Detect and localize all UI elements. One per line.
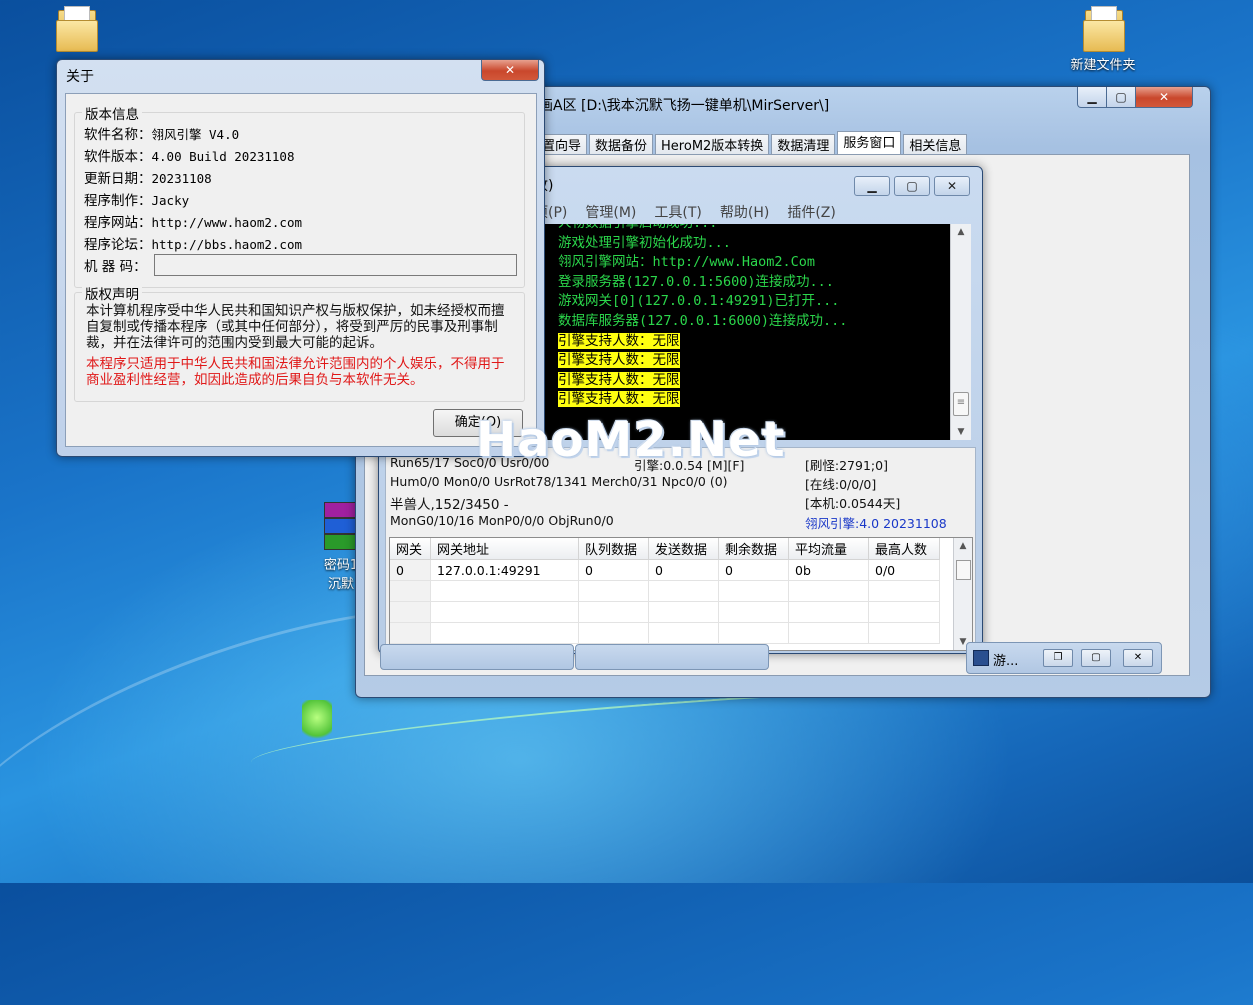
console-line-text: 翎风引擎网站：http://www.Haom2.Com — [558, 254, 816, 271]
minimized-game-window[interactable]: 游... ❐ ▢ ✕ — [966, 642, 1162, 674]
console-line-text: 引擎支持人数：无限 — [558, 332, 680, 349]
archive-icon — [324, 502, 358, 550]
stats-hum: Hum0/0 Mon0/0 UsrRot78/1341 Merch0/31 Np… — [390, 474, 728, 489]
console-line-text: 数据库服务器(127.0.0.1:6000)连接成功... — [558, 312, 848, 329]
console-line: 3引擎支持人数：无限 — [536, 332, 950, 352]
desktop-icon-label: 新建文件夹 — [1070, 58, 1136, 73]
copyright-legend: 版权声明 — [82, 283, 142, 303]
cell: 0 — [578, 559, 649, 581]
console-scrollbar[interactable]: ▲ ≡ ▼ — [950, 224, 971, 440]
scroll-up-icon[interactable]: ▲ — [951, 227, 971, 237]
close-button[interactable]: ✕ — [1123, 649, 1153, 667]
info-author: 程序制作：Jacky — [84, 193, 190, 209]
about-title: 关于 — [66, 69, 94, 85]
table-header-row: 网关 网关地址 队列数据 发送数据 剩余数据 平均流量 最高人数 — [390, 538, 940, 560]
warning-text: 本程序只适用于中华人民共和国法律允许范围内的个人娱乐，不得用于商业盈利性经营，如… — [86, 356, 505, 388]
machine-code-field[interactable] — [154, 254, 517, 276]
console-line-text: 引擎支持人数：无限 — [558, 352, 680, 369]
info-software-name: 软件名称：翎风引擎 V4.0 — [84, 127, 240, 143]
window-title: 画A区 [D:\我本沉默飞扬一键单机\MirServer\] — [539, 98, 830, 114]
cell: 0/0 — [868, 559, 940, 581]
info-software-version: 软件版本：4.00 Build 20231108 — [84, 149, 295, 165]
console-line: 3引擎支持人数：无限 — [536, 390, 950, 410]
scroll-down-icon[interactable]: ▼ — [951, 427, 971, 437]
cell: 0 — [390, 559, 431, 581]
stats-refresh: [刷怪:2791;0] — [805, 458, 888, 473]
scroll-thumb[interactable]: ≡ — [953, 392, 969, 416]
col-avg-traffic[interactable]: 平均流量 — [788, 538, 869, 560]
scroll-up-icon[interactable]: ▲ — [954, 541, 972, 551]
stats-version: 翎风引擎:4.0 20231108 — [805, 516, 947, 531]
minimize-button[interactable]: ▁ — [1077, 87, 1107, 108]
scroll-thumb[interactable] — [956, 560, 971, 580]
col-remaining[interactable]: 剩余数据 — [718, 538, 789, 560]
cell: 127.0.0.1:49291 — [430, 559, 579, 581]
console-line: 5登录服务器(127.0.0.1:5600)连接成功... — [536, 273, 950, 293]
console-line-text: 人物数据引擎启动成功... — [558, 224, 717, 231]
console-line: 5翎风引擎网站：http://www.Haom2.Com — [536, 253, 950, 273]
close-button[interactable]: ✕ — [1135, 87, 1193, 108]
stats-online: [在线:0/0/0] — [805, 477, 877, 492]
col-sent[interactable]: 发送数据 — [648, 538, 719, 560]
cell: 0 — [718, 559, 789, 581]
folder-icon — [1083, 6, 1125, 52]
stats-machine: [本机:0.0544天] — [805, 496, 901, 511]
console-line: 3游戏网关[0](127.0.0.1:49291)已打开... — [536, 292, 950, 312]
server-menubar: 项(P) 管理(M) 工具(T) 帮助(H) 插件(Z) — [534, 202, 836, 222]
console-line-text: 游戏处理引擎初始化成功... — [558, 234, 731, 251]
menu-plugins[interactable]: 插件(Z) — [787, 202, 836, 222]
wallpaper-leaf — [302, 700, 332, 744]
cell: 0 — [648, 559, 719, 581]
console-log: 5人物数据引擎启动成功...5游戏处理引擎初始化成功...5翎风引擎网站：htt… — [536, 224, 950, 440]
col-address[interactable]: 网关地址 — [430, 538, 579, 560]
copyright-text: 本计算机程序受中华人民共和国知识产权与版权保护，如未经授权而擅自复制或传播本程序… — [86, 303, 505, 351]
console-line: 3引擎支持人数：无限 — [536, 371, 950, 391]
table-row — [390, 580, 940, 602]
info-forum: 程序论坛：http://bbs.haom2.com — [84, 237, 303, 253]
stats-monster: 半兽人,152/3450 - — [390, 497, 509, 513]
menu-manage[interactable]: 管理(M) — [585, 202, 636, 222]
console-line: 5游戏处理引擎初始化成功... — [536, 234, 950, 254]
cell: 0b — [788, 559, 869, 581]
col-gateway[interactable]: 网关 — [390, 538, 431, 560]
folder-icon — [56, 6, 98, 52]
version-info-legend: 版本信息 — [82, 103, 142, 123]
table-row — [390, 601, 940, 623]
stats-mong: MonG0/10/16 MonP0/0/0 ObjRun0/0 — [390, 513, 614, 528]
minimized-label: 游... — [993, 654, 1019, 669]
desktop-icon-new-folder[interactable]: 新建文件夹 — [1058, 6, 1148, 73]
info-website: 程序网站：http://www.haom2.com — [84, 215, 303, 231]
server-minimize-button[interactable]: ▁ — [854, 176, 890, 196]
col-max-users[interactable]: 最高人数 — [868, 538, 940, 560]
console-line-text: 引擎支持人数：无限 — [558, 391, 680, 408]
menu-help[interactable]: 帮助(H) — [720, 202, 769, 222]
gateway-table[interactable]: 网关 网关地址 队列数据 发送数据 剩余数据 平均流量 最高人数 0 127.0… — [389, 537, 973, 651]
console-line: 4数据库服务器(127.0.0.1:6000)连接成功... — [536, 312, 950, 332]
restore-button[interactable]: ❐ — [1043, 649, 1073, 667]
app-icon — [973, 650, 989, 666]
menu-tools[interactable]: 工具(T) — [654, 202, 701, 222]
desktop-icon-folder-left[interactable] — [31, 6, 121, 54]
maximize-button[interactable]: ▢ — [1106, 87, 1136, 108]
machine-code-label: 机 器 码： — [84, 259, 147, 275]
console-line: 5人物数据引擎启动成功... — [536, 224, 950, 234]
col-queue[interactable]: 队列数据 — [578, 538, 649, 560]
console-line-text: 登录服务器(127.0.0.1:5600)连接成功... — [558, 273, 834, 290]
minimized-window-1[interactable] — [380, 644, 574, 670]
console-line-text: 引擎支持人数：无限 — [558, 371, 680, 388]
watermark: HaoM2.Net — [476, 412, 786, 468]
table-row — [390, 622, 940, 644]
about-close-button[interactable]: ✕ — [481, 60, 539, 81]
server-maximize-button[interactable]: ▢ — [894, 176, 930, 196]
console-line: 3引擎支持人数：无限 — [536, 351, 950, 371]
server-close-button[interactable]: ✕ — [934, 176, 970, 196]
info-update-date: 更新日期：20231108 — [84, 171, 212, 187]
console-line-text: 游戏网关[0](127.0.0.1:49291)已打开... — [558, 293, 840, 310]
table-scrollbar[interactable]: ▲ ▼ — [953, 538, 972, 650]
minimized-window-2[interactable] — [575, 644, 769, 670]
table-row[interactable]: 0 127.0.0.1:49291 0 0 0 0b 0/0 — [390, 559, 940, 581]
maximize-button[interactable]: ▢ — [1081, 649, 1111, 667]
